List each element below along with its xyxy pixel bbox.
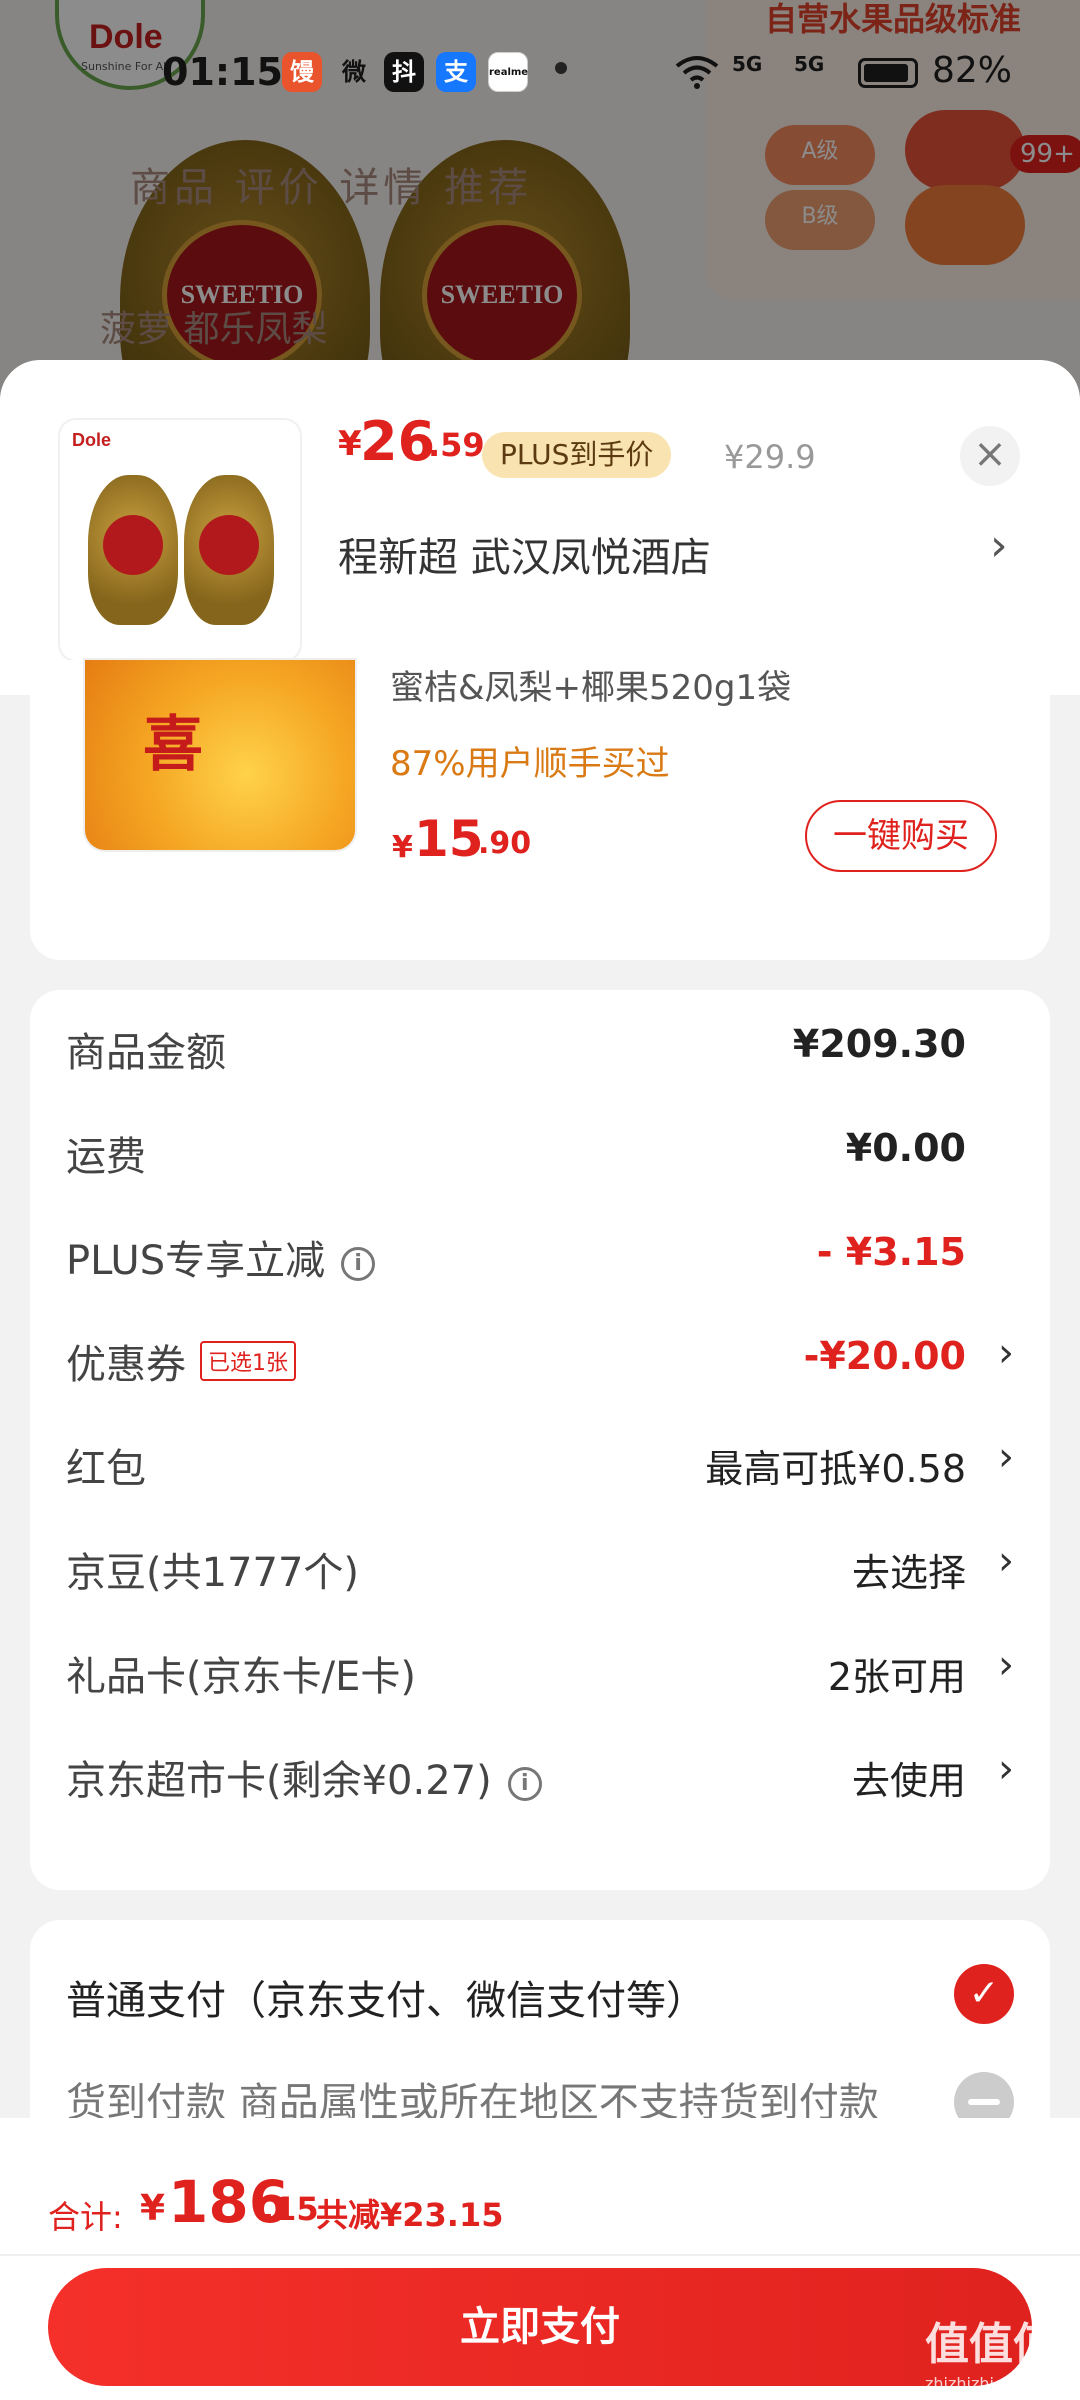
recommend-bought-rate: 87%用户顺手买过 <box>390 744 670 784</box>
total-label: 合计: <box>48 2198 123 2236</box>
order-summary-card: 商品金额 ¥209.30 运费 ¥0.00 PLUS专享立减 i - ¥3.15 … <box>30 990 1050 1890</box>
price-currency: ¥ <box>338 424 362 464</box>
summary-row-supermarket-card[interactable]: 京东超市卡(剩余¥0.27) i 去使用 › <box>30 1718 1050 1822</box>
alipay-icon: 支 <box>436 52 476 92</box>
row-label: PLUS专享立减 i <box>66 1228 376 1286</box>
row-label-text: PLUS专享立减 <box>66 1238 326 1284</box>
row-value: 去使用 <box>851 1759 966 1803</box>
summary-row-plus-discount: PLUS专享立减 i - ¥3.15 <box>30 1198 1050 1302</box>
close-icon[interactable]: × <box>960 426 1020 486</box>
one-click-buy-button[interactable]: 一键购买 <box>805 800 997 872</box>
row-value: 2张可用 <box>827 1655 966 1699</box>
info-icon[interactable]: i <box>507 1767 542 1801</box>
realme-icon: realme <box>488 52 528 92</box>
payment-option-normal[interactable]: 普通支付（京东支付、微信支付等） <box>66 1968 706 2026</box>
summary-row-goods-amount: 商品金额 ¥209.30 <box>30 990 1050 1094</box>
chevron-right-icon[interactable]: › <box>998 1538 1014 1584</box>
wechat-icon: 微 <box>342 58 366 86</box>
battery-icon <box>858 58 918 88</box>
checkout-sheet: Dole ¥ 26 .59 PLUS到手价 ¥29.9 × 程新超 武汉凤悦酒店… <box>0 360 1080 2400</box>
wifi-icon <box>675 54 719 99</box>
total-saved: 共减¥23.15 <box>316 2196 504 2234</box>
row-label: 运费 <box>66 1134 146 1180</box>
divider <box>0 2254 1080 2256</box>
summary-row-gift-card[interactable]: 礼品卡(京东卡/E卡) 2张可用 › <box>30 1614 1050 1718</box>
row-label: 礼品卡(京东卡/E卡) <box>66 1654 416 1700</box>
chevron-right-icon[interactable]: › <box>998 1330 1014 1376</box>
info-icon[interactable]: i <box>341 1247 376 1281</box>
summary-row-coupon[interactable]: 优惠券 已选1张 -¥20.00 › <box>30 1302 1050 1406</box>
pay-now-button[interactable]: 立即支付 <box>48 2268 1032 2386</box>
original-price: ¥29.9 <box>724 438 816 476</box>
recommend-card: 喜 蜜桔&凤梨+椰果520g1袋 87%用户顺手买过 ¥ 15 .90 一键购买 <box>30 660 1050 960</box>
more-notifications-icon <box>555 62 567 74</box>
watermark-text: 值值值 <box>925 2319 1057 2370</box>
coupon-selected-tag: 已选1张 <box>200 1341 296 1381</box>
summary-row-shipping: 运费 ¥0.00 <box>30 1094 1050 1198</box>
price-integer: 26 <box>360 410 436 473</box>
recommend-image-text: 喜 <box>143 710 203 780</box>
row-label: 优惠券 已选1张 <box>66 1332 296 1390</box>
product-thumbnail[interactable]: Dole <box>60 420 300 660</box>
price-decimal: .59 <box>428 426 485 464</box>
chevron-right-icon[interactable]: › <box>998 1746 1014 1792</box>
row-label: 京豆(共1777个) <box>66 1550 360 1596</box>
thumb-brand: Dole <box>72 430 112 450</box>
row-value: ¥0.00 <box>845 1126 966 1170</box>
tiktok-icon: 抖 <box>384 52 424 92</box>
recommend-price-currency: ¥ <box>392 830 413 865</box>
recommend-product-image[interactable]: 喜 <box>85 660 355 850</box>
signal-5g-icon: 5G <box>732 52 763 76</box>
check-icon[interactable]: ✓ <box>954 1964 1014 2024</box>
total-decimal: .15 <box>262 2190 319 2228</box>
watermark-url: zhizhizhi.com <box>925 2374 1034 2393</box>
signal-5g-icon: 5G <box>794 52 825 76</box>
delivery-address[interactable]: 程新超 武汉凤悦酒店 <box>338 525 711 583</box>
row-value: 去选择 <box>851 1551 966 1595</box>
chevron-right-icon[interactable]: › <box>998 1642 1014 1688</box>
status-bar: 01:15 馒 微 抖 支 realme 5G 5G 82% <box>0 40 1080 110</box>
battery-percent: 82% <box>932 50 1013 91</box>
summary-row-red-packet[interactable]: 红包 最高可抵¥0.58 › <box>30 1406 1050 1510</box>
status-time: 01:15 <box>162 50 283 94</box>
row-label: 红包 <box>66 1446 146 1492</box>
recommend-price-decimal: .90 <box>478 826 532 861</box>
row-label-text: 京东超市卡(剩余¥0.27) <box>66 1758 492 1804</box>
watermark: 值值值 zhizhizhi.com <box>925 2308 1057 2393</box>
recommend-product-name: 蜜桔&凤梨+椰果520g1袋 <box>390 668 792 708</box>
summary-row-jd-beans[interactable]: 京豆(共1777个) 去选择 › <box>30 1510 1050 1614</box>
row-value: 最高可抵¥0.58 <box>705 1447 966 1491</box>
row-label-text: 优惠券 <box>66 1342 186 1388</box>
row-label: 商品金额 <box>66 1030 226 1076</box>
chevron-right-icon[interactable]: › <box>998 1434 1014 1480</box>
row-value: -¥20.00 <box>803 1334 966 1378</box>
app-notification-icon: 馒 <box>282 52 322 92</box>
chevron-right-icon[interactable]: › <box>990 520 1008 571</box>
row-value: - ¥3.15 <box>816 1230 966 1274</box>
row-value: ¥209.30 <box>792 1022 966 1066</box>
total-currency: ¥ <box>140 2188 166 2229</box>
row-label: 京东超市卡(剩余¥0.27) i <box>66 1748 542 1806</box>
checkout-bottom-bar: 合计: ¥ 186 .15 共减¥23.15 立即支付 值值值 zhizhizh… <box>0 2118 1080 2400</box>
sheet-header: Dole ¥ 26 .59 PLUS到手价 ¥29.9 × 程新超 武汉凤悦酒店… <box>0 360 1080 695</box>
recommend-price-integer: 15 <box>414 810 484 868</box>
plus-price-tag: PLUS到手价 <box>482 432 672 478</box>
